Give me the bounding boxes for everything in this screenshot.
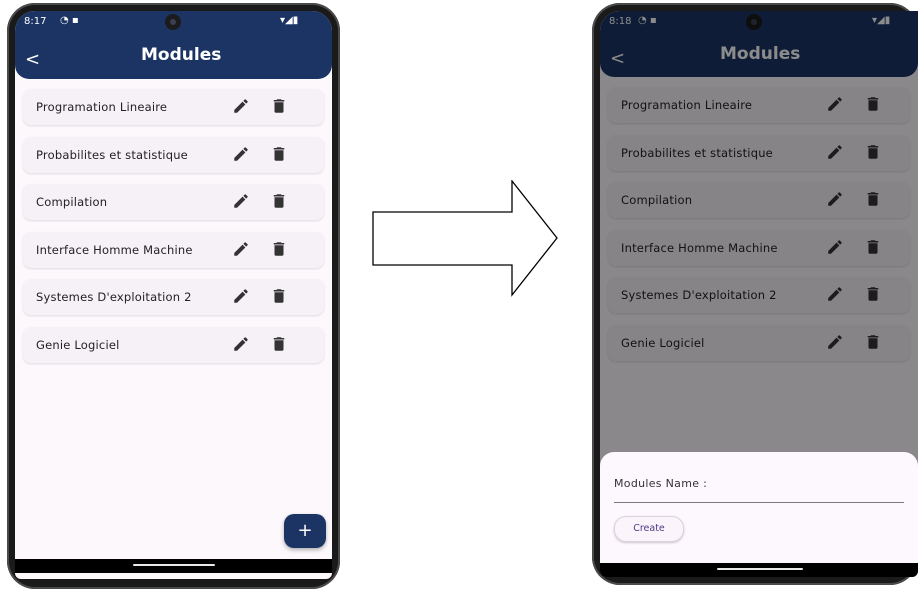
home-indicator[interactable] xyxy=(717,568,803,570)
right-screen: 8:18 ◔ ▪ ▾◢▮ < Modules Programation Line… xyxy=(600,11,918,577)
module-name: Genie Logiciel xyxy=(36,337,120,352)
camera-icon xyxy=(165,14,181,30)
module-name: Programation Lineaire xyxy=(36,100,168,114)
list-item[interactable]: Programation Lineaire xyxy=(23,89,324,125)
nav-bar xyxy=(15,559,332,573)
right-arrow-icon xyxy=(372,180,558,297)
module-name: Interface Homme Machine xyxy=(36,242,193,257)
nav-bar xyxy=(600,563,918,577)
status-time: 8:17 xyxy=(24,16,47,27)
module-name: Systemes D'exploitation 2 xyxy=(36,290,192,304)
trash-icon[interactable] xyxy=(270,335,288,353)
pencil-icon[interactable] xyxy=(232,335,250,353)
bottom-sheet: Modules Name : Create xyxy=(600,452,918,563)
pencil-icon[interactable] xyxy=(232,145,250,163)
list-item[interactable]: Systemes D'exploitation 2 xyxy=(23,279,324,315)
status-icons: ◔ ▪ xyxy=(60,15,79,26)
trash-icon[interactable] xyxy=(270,192,288,210)
wifi-icon: ▾◢▮ xyxy=(280,15,299,26)
pencil-icon[interactable] xyxy=(232,287,250,305)
list-item[interactable]: Compilation xyxy=(23,184,324,220)
pencil-icon[interactable] xyxy=(232,192,250,210)
trash-icon[interactable] xyxy=(270,145,288,163)
module-name-field-label: Modules Name : xyxy=(614,477,708,490)
trash-icon[interactable] xyxy=(270,287,288,305)
left-phone: 8:17 ◔ ▪ ▾◢▮ < Modules Programation Line… xyxy=(7,3,340,589)
trash-icon[interactable] xyxy=(270,240,288,258)
module-name: Probabilites et statistique xyxy=(36,147,188,162)
pencil-icon[interactable] xyxy=(232,240,250,258)
pencil-icon[interactable] xyxy=(232,97,250,115)
add-module-button[interactable]: + xyxy=(284,514,326,548)
home-indicator[interactable] xyxy=(133,564,215,566)
module-list: Programation Lineaire Probabilites et st… xyxy=(23,89,324,374)
list-item[interactable]: Interface Homme Machine xyxy=(23,231,324,268)
back-button[interactable]: < xyxy=(25,49,40,70)
list-item[interactable]: Genie Logiciel xyxy=(23,326,324,363)
status-bar: 8:17 ◔ ▪ ▾◢▮ xyxy=(15,11,332,33)
left-screen: 8:17 ◔ ▪ ▾◢▮ < Modules Programation Line… xyxy=(15,11,332,579)
module-name: Compilation xyxy=(36,195,108,209)
module-name-input[interactable] xyxy=(614,502,904,503)
create-button[interactable]: Create xyxy=(614,516,684,542)
trash-icon[interactable] xyxy=(270,97,288,115)
list-item[interactable]: Probabilites et statistique xyxy=(23,136,324,173)
right-phone: 8:18 ◔ ▪ ▾◢▮ < Modules Programation Line… xyxy=(592,3,918,585)
page-title: Modules xyxy=(141,45,222,65)
